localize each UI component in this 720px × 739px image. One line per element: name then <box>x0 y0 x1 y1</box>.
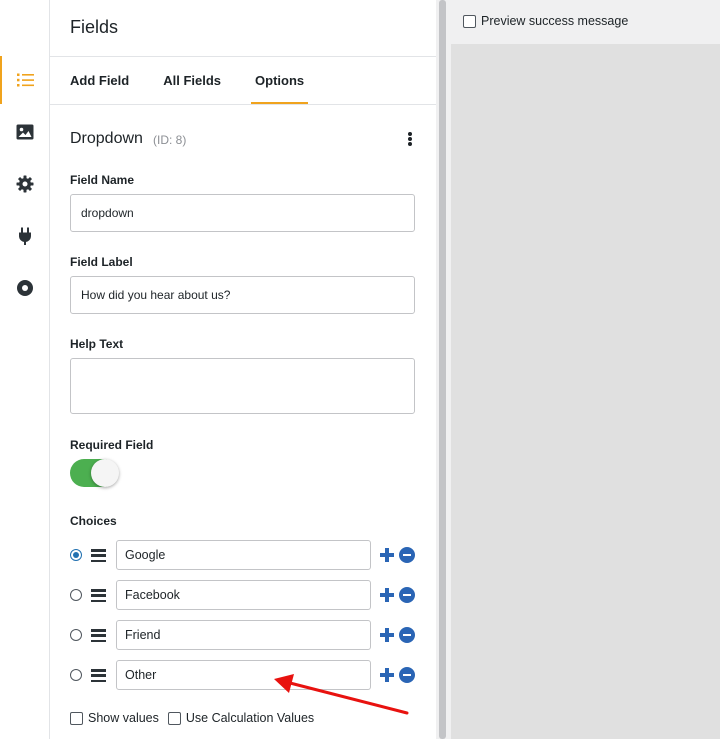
gear-icon <box>16 175 34 193</box>
list-icon <box>17 73 34 87</box>
drag-handle-icon[interactable] <box>91 589 106 602</box>
preview-success-option: Preview success message <box>463 14 628 28</box>
field-name-input[interactable]: dropdown <box>70 194 415 232</box>
choice-default-radio[interactable] <box>70 629 82 641</box>
toggle-knob <box>91 459 119 487</box>
rail-integrations-button[interactable] <box>0 212 50 260</box>
tab-options[interactable]: Options <box>251 57 309 104</box>
help-text-textarea[interactable] <box>70 358 415 414</box>
help-text-label: Help Text <box>70 337 124 351</box>
preview-toolbar: Preview success message <box>451 0 720 44</box>
plus-icon[interactable] <box>379 587 395 603</box>
field-name-label: Field Name <box>70 173 135 187</box>
panel-title: Fields <box>70 17 119 37</box>
rail-settings-button[interactable] <box>0 160 50 208</box>
drag-handle-icon[interactable] <box>91 629 106 642</box>
show-values-label: Show values <box>88 711 159 725</box>
choice-row: Friend <box>70 620 420 650</box>
choice-input[interactable]: Facebook <box>116 580 371 610</box>
tab-add-field[interactable]: Add Field <box>70 57 129 104</box>
minus-circle-icon[interactable] <box>399 587 415 603</box>
icon-rail <box>0 0 50 739</box>
choice-default-radio[interactable] <box>70 549 82 561</box>
choice-default-radio[interactable] <box>70 669 82 681</box>
tab-all-fields[interactable]: All Fields <box>163 57 221 104</box>
plus-icon[interactable] <box>379 547 395 563</box>
drag-handle-icon[interactable] <box>91 549 106 562</box>
fields-panel: Fields Add Field All Fields Options Drop… <box>50 0 436 739</box>
choice-row: Google <box>70 540 420 570</box>
minus-circle-icon[interactable] <box>399 627 415 643</box>
more-options-icon[interactable] <box>404 130 416 148</box>
calc-values-checkbox[interactable] <box>167 711 181 725</box>
field-id: (ID: 8) <box>153 133 187 147</box>
rail-fields-button[interactable] <box>0 56 50 104</box>
plug-icon <box>19 227 31 245</box>
preview-area: Preview success message <box>451 0 720 739</box>
preview-success-label: Preview success message <box>481 14 629 28</box>
choice-input[interactable]: Friend <box>116 620 371 650</box>
choice-input[interactable]: Google <box>116 540 371 570</box>
choices-label: Choices <box>70 514 117 528</box>
preview-success-checkbox[interactable] <box>463 14 476 28</box>
required-field-label: Required Field <box>70 438 154 452</box>
rail-record-button[interactable] <box>0 264 50 312</box>
panel-tabs: Add Field All Fields Options <box>70 57 342 104</box>
show-values-checkbox[interactable] <box>70 711 83 725</box>
annotation-arrow-icon <box>274 674 409 715</box>
drag-handle-icon[interactable] <box>91 669 106 682</box>
minus-circle-icon[interactable] <box>399 547 415 563</box>
choice-row: Facebook <box>70 580 420 610</box>
tabs-divider <box>50 104 436 105</box>
image-icon <box>16 124 34 140</box>
record-icon <box>17 280 33 296</box>
field-type-title: Dropdown <box>70 130 143 147</box>
panel-scrollbar-thumb[interactable] <box>439 0 446 739</box>
required-field-toggle[interactable] <box>70 459 119 487</box>
field-label-label: Field Label <box>70 255 133 269</box>
rail-media-button[interactable] <box>0 108 50 156</box>
choice-default-radio[interactable] <box>70 589 82 601</box>
plus-icon[interactable] <box>379 627 395 643</box>
field-label-input[interactable]: How did you hear about us? <box>70 276 415 314</box>
